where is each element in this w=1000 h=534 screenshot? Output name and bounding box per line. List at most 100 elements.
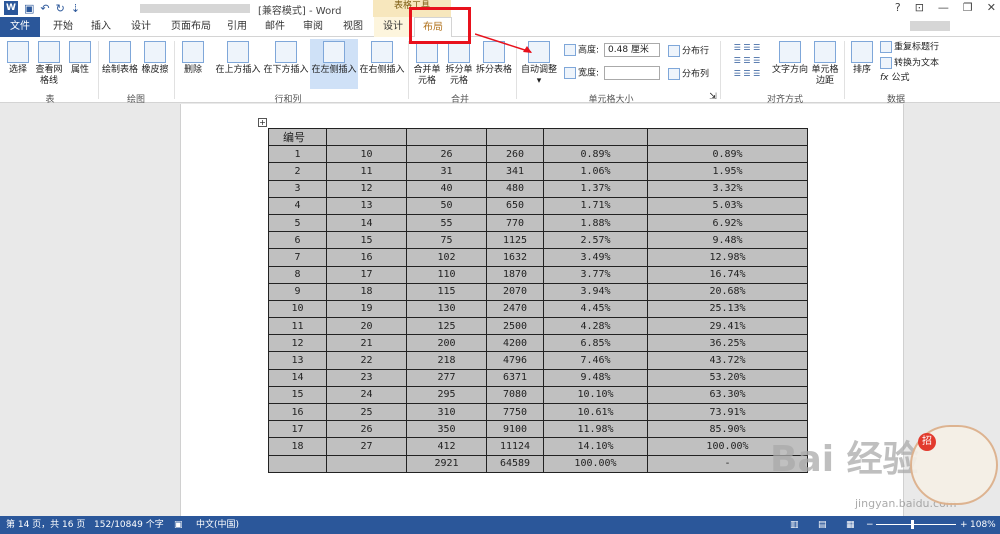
table-cell[interactable]: 100.00% — [543, 454, 648, 473]
view-gridlines-button[interactable]: 查看网格线 — [34, 41, 64, 87]
table-cell[interactable]: 5.03% — [647, 196, 808, 215]
distribute-rows-button[interactable]: 分布行 — [668, 45, 716, 58]
zoom-in-button[interactable]: + — [960, 516, 968, 534]
table-cell[interactable]: 10 — [326, 145, 407, 164]
table-cell[interactable]: 15 — [268, 385, 327, 405]
table-cell[interactable]: 53.20% — [647, 368, 808, 387]
restore-icon[interactable]: ❐ — [963, 1, 973, 14]
table-cell[interactable]: 125 — [406, 317, 487, 336]
close-icon[interactable]: ✕ — [987, 1, 996, 14]
delete-button[interactable]: 删除 — [178, 41, 208, 76]
table-cell[interactable]: 50 — [406, 196, 487, 215]
insert-right-button[interactable]: 在右侧插入 — [358, 41, 406, 76]
table-move-handle-icon[interactable]: + — [258, 118, 267, 127]
table-cell[interactable]: 3.32% — [647, 179, 808, 198]
tab-table-design[interactable]: 设计 — [374, 17, 412, 37]
tab-design[interactable]: 设计 — [124, 17, 158, 37]
table-cell[interactable]: 17 — [268, 420, 327, 439]
save-icon[interactable]: ▣ — [24, 2, 34, 15]
table-cell[interactable]: 7.46% — [543, 351, 648, 370]
table-cell[interactable]: 9100 — [486, 420, 544, 439]
table-cell[interactable]: 20.68% — [647, 282, 808, 301]
table-cell[interactable]: 295 — [406, 385, 487, 405]
table-cell[interactable]: 4 — [268, 196, 327, 215]
read-mode-icon[interactable]: ▥ — [790, 516, 799, 534]
table-cell[interactable]: 218 — [406, 351, 487, 370]
undo-icon[interactable]: ↶ — [40, 2, 49, 15]
cell-margins-button[interactable]: 单元格边距 — [810, 41, 840, 87]
minimize-icon[interactable]: — — [938, 1, 949, 14]
table-cell[interactable]: 3.77% — [543, 265, 648, 284]
formula-button[interactable]: fx 公式 — [880, 73, 940, 84]
table-cell[interactable]: 10 — [268, 299, 327, 319]
table-cell[interactable]: 11124 — [486, 437, 544, 456]
table-cell[interactable]: 260 — [486, 145, 544, 164]
table-cell[interactable]: 3 — [268, 179, 327, 198]
table-cell[interactable]: 4200 — [486, 334, 544, 353]
table-cell[interactable]: 75 — [406, 231, 487, 250]
table-cell[interactable]: 2070 — [486, 282, 544, 301]
table-cell[interactable]: 3.49% — [543, 248, 648, 267]
proofing-icon[interactable]: ▣ — [174, 516, 183, 534]
table-cell[interactable]: 9 — [268, 282, 327, 301]
table-cell[interactable]: 14 — [326, 213, 407, 233]
table-cell[interactable]: 27 — [326, 437, 407, 456]
table-cell[interactable]: 10.10% — [543, 385, 648, 405]
table-cell[interactable]: 22 — [326, 351, 407, 370]
data-table[interactable]: 编号 1 10 26 260 0.89% 0.89% 2 11 31 341 1.06% 1.95% 3… — [268, 127, 808, 473]
table-cell[interactable]: 25.13% — [647, 299, 808, 319]
table-cell[interactable]: 277 — [406, 368, 487, 387]
table-cell[interactable]: 0.89% — [543, 145, 648, 164]
table-cell[interactable]: 130 — [406, 299, 487, 319]
ribbon-display-icon[interactable]: ⊡ — [915, 1, 924, 14]
table-cell[interactable]: 2 — [268, 162, 327, 181]
header-cell[interactable] — [406, 127, 487, 147]
page-count[interactable]: 第 14 页，共 16 页 — [6, 516, 85, 534]
select-button[interactable]: 选择 — [4, 41, 32, 76]
table-cell[interactable]: 23 — [326, 368, 407, 387]
header-cell[interactable] — [647, 127, 808, 147]
table-cell[interactable]: 16 — [326, 248, 407, 267]
table-cell[interactable]: 350 — [406, 420, 487, 439]
table-cell[interactable]: 480 — [486, 179, 544, 198]
insert-below-button[interactable]: 在下方插入 — [262, 41, 310, 76]
table-cell[interactable]: 15 — [326, 231, 407, 250]
table-cell[interactable]: 650 — [486, 196, 544, 215]
table-cell[interactable] — [268, 454, 327, 473]
table-cell[interactable]: 310 — [406, 402, 487, 422]
table-cell[interactable]: 10.61% — [543, 402, 648, 422]
table-cell[interactable]: 1.06% — [543, 162, 648, 181]
header-cell[interactable]: 编号 — [268, 127, 327, 147]
table-cell[interactable]: 29.41% — [647, 317, 808, 336]
table-cell[interactable]: 13 — [326, 196, 407, 215]
table-cell[interactable]: 26 — [326, 420, 407, 439]
table-cell[interactable]: 4796 — [486, 351, 544, 370]
tab-insert[interactable]: 插入 — [84, 17, 118, 37]
tab-mailings[interactable]: 邮件 — [260, 17, 290, 37]
tab-file[interactable]: 文件 — [0, 17, 40, 37]
tab-home[interactable]: 开始 — [46, 17, 80, 37]
table-cell[interactable] — [326, 454, 407, 473]
distribute-cols-button[interactable]: 分布列 — [668, 68, 716, 81]
header-cell[interactable] — [543, 127, 648, 147]
table-cell[interactable]: 16 — [268, 402, 327, 422]
table-cell[interactable]: 412 — [406, 437, 487, 456]
table-cell[interactable]: 25 — [326, 402, 407, 422]
table-cell[interactable]: 5 — [268, 213, 327, 233]
tab-view[interactable]: 视图 — [336, 17, 370, 37]
redo-icon[interactable]: ↻ — [56, 2, 65, 15]
table-cell[interactable]: 1.37% — [543, 179, 648, 198]
alignment-grid[interactable]: ☰ ☰ ☰ ☰ ☰ ☰ ☰ ☰ ☰ — [724, 41, 770, 80]
table-cell[interactable]: 1.88% — [543, 213, 648, 233]
table-cell[interactable]: 7750 — [486, 402, 544, 422]
language[interactable]: 中文(中国) — [196, 516, 239, 534]
table-cell[interactable]: 26 — [406, 145, 487, 164]
table-cell[interactable]: 115 — [406, 282, 487, 301]
table-cell[interactable]: 21 — [326, 334, 407, 353]
merge-cells-button[interactable]: 合并单元格 — [412, 41, 442, 87]
table-cell[interactable]: 3.94% — [543, 282, 648, 301]
height-input[interactable]: 0.48 厘米 — [604, 43, 660, 57]
properties-button[interactable]: 属性 — [66, 41, 94, 76]
zoom-thumb[interactable] — [911, 520, 914, 529]
insert-above-button[interactable]: 在上方插入 — [214, 41, 262, 76]
